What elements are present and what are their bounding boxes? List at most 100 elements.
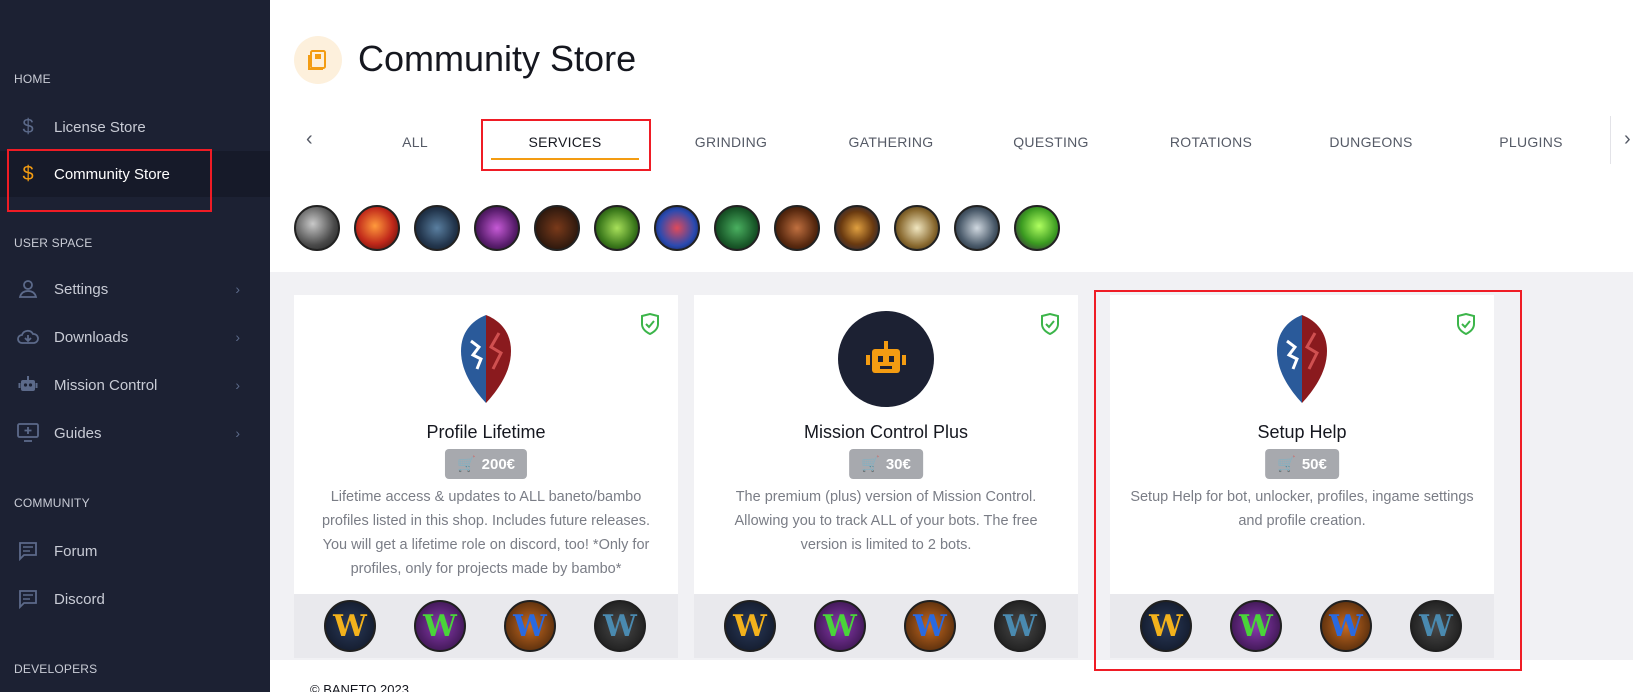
store-icon [294,36,342,84]
footer: © BANETO 2023 [270,660,1633,692]
demon-hunter-class-icon[interactable] [954,205,1000,251]
sidebar-item-label: Forum [54,542,98,560]
wow-classic-icon: W [724,600,776,652]
wow-retail-icon: W [994,600,1046,652]
product-name: Setup Help [1257,422,1347,442]
wow-tbc-icon: W [814,600,866,652]
sidebar-item-mission-control[interactable]: Mission Control › [0,362,270,408]
verified-shield-icon [1456,312,1476,340]
section-community: COMMUNITY [14,496,90,510]
tab-plugins[interactable]: PLUGINS [1456,116,1606,168]
druid-class-icon[interactable] [534,205,580,251]
sidebar-item-label: License Store [54,118,146,136]
chevron-right-icon[interactable]: › [1624,128,1631,151]
game-version-row: W W W W [694,594,1078,658]
sidebar-item-downloads[interactable]: Downloads › [0,314,270,360]
sidebar-item-forum[interactable]: Forum [0,528,270,574]
wow-wotlk-icon: W [1320,600,1372,652]
chevron-right-icon: › [235,425,240,441]
robot-emblem-icon [838,311,934,407]
chevron-left-icon[interactable]: ‹ [306,128,313,151]
sidebar-item-label: Mission Control [54,376,158,394]
game-version-row: W W W W [294,594,678,658]
sidebar-item-label: Guides [54,424,102,442]
sidebar-item-community-store[interactable]: $ Community Store [0,151,270,197]
wow-wotlk-icon: W [504,600,556,652]
wow-tbc-icon: W [1230,600,1282,652]
dollar-icon: $ [22,162,34,185]
sidebar-item-label: Community Store [54,165,170,183]
sidebar-item-license-store[interactable]: $ License Store [0,104,270,150]
rogue-class-icon[interactable] [594,205,640,251]
wow-retail-icon: W [1410,600,1462,652]
hunter-class-icon[interactable] [414,205,460,251]
chevron-right-icon: › [235,329,240,345]
chevron-right-icon: › [235,377,240,393]
tab-services[interactable]: SERVICES [485,116,645,168]
tab-all[interactable]: ALL [355,116,475,168]
warlock-class-icon[interactable] [474,205,520,251]
wow-classic-icon: W [324,600,376,652]
death-knight-class-icon[interactable] [894,205,940,251]
priest-class-icon[interactable] [834,205,880,251]
price-label: 200€ [481,455,516,473]
section-home: HOME [14,72,51,86]
game-version-row: W W W W [1110,594,1494,658]
verified-shield-icon [640,312,660,340]
sidebar-item-label: Discord [54,590,105,608]
page-title: Community Store [358,38,637,79]
cart-icon: 🛒 [1277,456,1296,473]
tab-rotations[interactable]: ROTATIONS [1136,116,1286,168]
product-card-mission-control-plus[interactable]: Mission Control Plus 🛒 30€ The premium (… [694,295,1078,658]
section-user-space: USER SPACE [14,236,93,250]
product-name: Mission Control Plus [803,422,969,442]
wow-classic-icon: W [1140,600,1192,652]
sidebar-item-guides[interactable]: Guides › [0,410,270,456]
tab-divider [1610,116,1611,164]
robot-icon [16,373,40,397]
sidebar-item-label: Downloads [54,328,129,346]
tab-questing[interactable]: QUESTING [976,116,1126,168]
chat-icon [16,587,40,611]
paladin-class-icon[interactable] [774,205,820,251]
sidebar: HOME $ License Store $ Community Store U… [0,0,270,692]
price-label: 30€ [885,455,911,473]
cloud-download-icon [16,325,40,349]
evoker-class-icon[interactable] [1014,205,1060,251]
product-name: Profile Lifetime [426,422,546,442]
tab-grinding[interactable]: GRINDING [656,116,806,168]
page-header: Community Store ‹ ALL SERVICES GRINDING … [270,0,1633,272]
cart-icon: 🛒 [456,456,476,473]
sidebar-item-discord[interactable]: Discord [0,576,270,622]
dollar-icon: $ [22,115,34,138]
verified-shield-icon [1040,312,1060,340]
price-button[interactable]: 🛒 200€ [444,449,528,479]
sidebar-item-settings[interactable]: Settings › [0,266,270,312]
wow-retail-icon: W [594,600,646,652]
chat-icon [16,539,40,563]
monitor-icon [16,421,40,445]
wow-wotlk-icon: W [904,600,956,652]
tab-dungeons[interactable]: DUNGEONS [1296,116,1446,168]
product-description: Lifetime access & updates to ALL baneto/… [321,489,651,577]
alliance-horde-emblem-icon [438,311,534,407]
alliance-horde-emblem-icon [1254,311,1350,407]
sidebar-item-label: Settings [54,280,109,298]
shaman-class-icon[interactable] [654,205,700,251]
tab-gathering[interactable]: GATHERING [816,116,966,168]
fire-mage-class-icon[interactable] [354,205,400,251]
monk-class-icon[interactable] [714,205,760,251]
price-label: 50€ [1301,455,1327,473]
cart-icon: 🛒 [861,456,880,473]
section-developers: DEVELOPERS [14,662,98,676]
product-card-setup-help[interactable]: Setup Help 🛒 50€ Setup Help for bot, unl… [1110,295,1494,658]
price-button[interactable]: 🛒 30€ [849,449,923,479]
product-card-profile-lifetime[interactable]: Profile Lifetime 🛒 200€ Lifetime access … [294,295,678,658]
warrior-class-icon[interactable] [294,205,340,251]
category-tabs: ‹ ALL SERVICES GRINDING GATHERING QUESTI… [270,116,1633,168]
product-description: The premium (plus) version of Mission Co… [734,489,1038,553]
user-icon [16,277,40,301]
copyright-text: © BANETO 2023 [310,682,409,692]
price-button[interactable]: 🛒 50€ [1265,449,1339,479]
product-description: Setup Help for bot, unlocker, profiles, … [1130,489,1474,529]
